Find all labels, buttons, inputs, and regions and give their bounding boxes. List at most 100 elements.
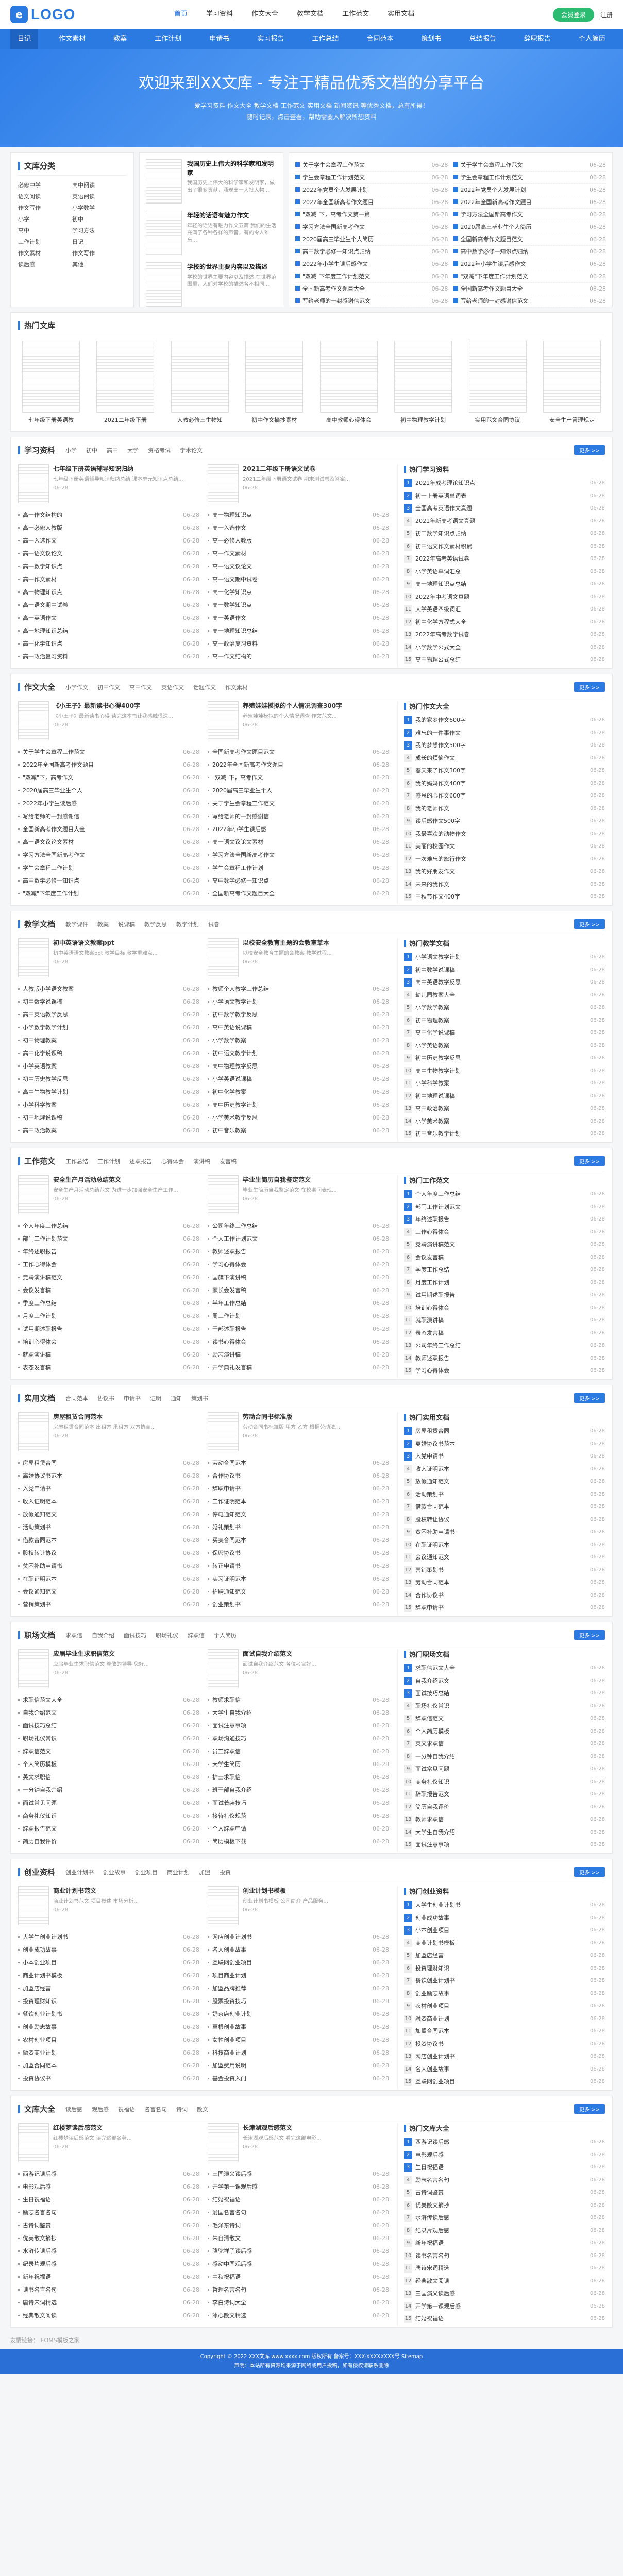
rank-title[interactable]: 高中政治教案 xyxy=(415,1103,590,1115)
list-item[interactable]: 高一地理知识总结 06-28 xyxy=(208,624,389,637)
rank-title[interactable]: 教师求职信 xyxy=(415,1814,590,1826)
rank-item[interactable]: 13 高中政治教案 06-28 xyxy=(404,1103,605,1115)
list-item-title[interactable]: 2022年小学生读后感作文 xyxy=(461,261,526,267)
rank-title[interactable]: 年终述职报告 xyxy=(415,1213,590,1226)
section-tab[interactable]: 高中 xyxy=(107,446,118,454)
rank-title[interactable]: 辞职信范文 xyxy=(415,1713,590,1725)
rank-title[interactable]: 全国高考英语作文真题 xyxy=(415,502,590,515)
rank-title[interactable]: 培训心得体会 xyxy=(415,1302,590,1315)
list-item-title[interactable]: "双减"下，高考作文 xyxy=(212,771,373,784)
list-item-title[interactable]: 关于学生会章程工作范文 xyxy=(302,162,365,168)
rank-item[interactable]: 11 大学英语四级词汇 06-28 xyxy=(404,603,605,616)
list-item[interactable]: 职场沟通技巧 06-28 xyxy=(208,1732,389,1745)
list-item[interactable]: 辞职报告范文 06-28 xyxy=(18,1822,199,1835)
rank-title[interactable]: 2022年高考英语试卷 xyxy=(415,553,590,566)
list-item-title[interactable]: 生日祝福语 xyxy=(23,2193,183,2206)
section-tab[interactable]: 证明 xyxy=(150,1394,161,1402)
list-item-title[interactable]: 商业计划书模板 xyxy=(23,1969,183,1982)
list-item-title[interactable]: 写给老师的一封感谢信范文 xyxy=(461,298,529,304)
list-item-title[interactable]: 名人创业故事 xyxy=(212,1943,373,1956)
category-link[interactable]: 日记 xyxy=(72,238,126,246)
list-item-title[interactable]: 面试技巧总结 xyxy=(23,1719,183,1732)
list-item[interactable]: 奶茶店创业计划 06-28 xyxy=(208,2008,389,2021)
featured-title[interactable]: 2021二年级下册语文试卷 xyxy=(243,464,350,473)
section-featured[interactable]: 创业计划书模板 创业计划书模板 公司简介 产品服务... 06-28 xyxy=(208,1886,389,1925)
rank-item[interactable]: 6 初中物理教案 06-28 xyxy=(404,1014,605,1027)
list-item-title[interactable]: 招聘通知范文 xyxy=(212,1585,373,1598)
hot-doc-title[interactable]: 2021二年级下册 xyxy=(92,416,158,424)
list-item[interactable]: 大学生简历 06-28 xyxy=(208,1758,389,1771)
featured-title[interactable]: 以校安全教育主题的会教室草本 xyxy=(243,938,332,947)
category-link[interactable]: 其他 xyxy=(72,260,126,268)
rank-item[interactable]: 10 高中生物教学计划 06-28 xyxy=(404,1065,605,1078)
list-item[interactable]: 高一数学知识点 06-28 xyxy=(208,599,389,612)
list-item[interactable]: 读书心得体会 06-28 xyxy=(208,1335,389,1348)
rank-item[interactable]: 13 网店创业计划书 06-28 xyxy=(404,2050,605,2063)
list-item[interactable]: 全国新高考作文题目大全 06-28 xyxy=(295,283,448,295)
list-item[interactable]: 小学语文教学计划 06-28 xyxy=(208,995,389,1008)
rank-title[interactable]: 初一上册英语单词表 xyxy=(415,490,590,503)
list-item[interactable]: 高一作文结构的 06-28 xyxy=(208,650,389,663)
list-item-title[interactable]: 合作协议书 xyxy=(212,1469,373,1482)
rank-title[interactable]: 感恩的心作文600字 xyxy=(415,790,590,803)
list-item-title[interactable]: 个人工作计划范文 xyxy=(212,1232,373,1245)
list-item[interactable]: 2022年小学生读后感作文 06-28 xyxy=(295,258,448,270)
bluenav-item[interactable]: 实习报告 xyxy=(250,29,291,49)
list-item[interactable]: 高一物理知识点 06-28 xyxy=(18,586,199,599)
list-item[interactable]: 季度工作总结 06-28 xyxy=(18,1297,199,1310)
featured-title[interactable]: 《小王子》最新读书心得400字 xyxy=(53,701,173,710)
rank-title[interactable]: 贫困补助申请书 xyxy=(415,1526,590,1539)
section-tab[interactable]: 说课稿 xyxy=(118,920,135,928)
list-item-title[interactable]: 朱自清散文 xyxy=(212,2232,373,2245)
rank-item[interactable]: 13 公司年终工作总结 06-28 xyxy=(404,1340,605,1352)
hot-doc-title[interactable]: 高中教师心得体会 xyxy=(316,416,382,424)
list-item-title[interactable]: 高一数学知识点 xyxy=(212,599,373,612)
category-link[interactable]: 读后感 xyxy=(18,260,72,268)
section-tab[interactable]: 加盟 xyxy=(199,1868,210,1876)
list-item-title[interactable]: 自我介绍范文 xyxy=(23,1706,183,1719)
rank-item[interactable]: 15 面试注意事项 06-28 xyxy=(404,1839,605,1852)
list-item[interactable]: 学习方法全国新高考作文 06-28 xyxy=(18,849,199,861)
rank-title[interactable]: 大学生自我介绍 xyxy=(415,1826,590,1839)
category-link[interactable]: 初中 xyxy=(72,215,126,223)
list-item[interactable]: 学生会章程工作计划 06-28 xyxy=(18,861,199,874)
list-item-title[interactable]: 接待礼仪规范 xyxy=(212,1809,373,1822)
rank-item[interactable]: 9 新年祝福语 06-28 xyxy=(404,2237,605,2250)
rank-item[interactable]: 11 会议通知范文 06-28 xyxy=(404,1551,605,1564)
list-item[interactable]: 周工作计划 06-28 xyxy=(208,1310,389,1323)
list-item[interactable]: 求职信范文大全 06-28 xyxy=(18,1693,199,1706)
rank-item[interactable]: 2 部门工作计划范文 06-28 xyxy=(404,1201,605,1214)
list-item[interactable]: 个人年度工作总结 06-28 xyxy=(18,1219,199,1232)
rank-item[interactable]: 5 辞职信范文 06-28 xyxy=(404,1713,605,1725)
list-item-title[interactable]: 教师个人教学工作总结 xyxy=(212,982,373,995)
list-item-title[interactable]: 护士求职信 xyxy=(212,1771,373,1784)
list-item[interactable]: 入党申请书 06-28 xyxy=(18,1482,199,1495)
category-link[interactable]: 高中 xyxy=(18,226,72,234)
rank-item[interactable]: 13 2022年高考数学试卷 06-28 xyxy=(404,629,605,641)
list-item-title[interactable]: 大学生自我介绍 xyxy=(212,1706,373,1719)
section-tab[interactable]: 发言稿 xyxy=(220,1157,237,1165)
list-item[interactable]: 高中数学必修一知识点归纳 06-28 xyxy=(295,246,448,258)
featured-item[interactable]: 年轻的话语有魅力作文 年轻的话语有魅力作文五篇 我们的生活充满了各种各样的声音，有… xyxy=(146,211,277,255)
list-item[interactable]: 实习证明范本 06-28 xyxy=(208,1572,389,1585)
rank-item[interactable]: 9 初中历史教学反思 06-28 xyxy=(404,1052,605,1065)
list-item[interactable]: 经典散文阅读 06-28 xyxy=(18,2309,199,2322)
list-item[interactable]: 股权转让协议 06-28 xyxy=(18,1547,199,1560)
rank-title[interactable]: 唐诗宋词精选 xyxy=(415,2262,590,2275)
section-tab[interactable]: 诗词 xyxy=(176,2105,188,2113)
rank-title[interactable]: 2021年成考理论知识点 xyxy=(415,477,590,490)
featured-item[interactable]: 我国历史上伟大的科学家和发明家 我国历史上伟大的科学家和发明家，做出了很多贡献，涌… xyxy=(146,159,277,204)
section-tab[interactable]: 投资 xyxy=(220,1868,231,1876)
list-item[interactable]: 初中数学说课稿 06-28 xyxy=(18,995,199,1008)
list-item-title[interactable]: 2022年小学生读后感作文 xyxy=(302,261,368,267)
rank-title[interactable]: 初中数学说课稿 xyxy=(415,964,590,977)
list-item[interactable]: 古诗词鉴赏 06-28 xyxy=(18,2219,199,2232)
list-item-title[interactable]: 年终述职报告 xyxy=(23,1245,183,1258)
hot-doc-title[interactable]: 七年级下册英语教 xyxy=(18,416,84,424)
section-featured[interactable]: 劳动合同书标准版 劳动合同书标准版 甲方 乙方 根据劳动法... 06-28 xyxy=(208,1412,389,1451)
featured-title[interactable]: 七年级下册英语辅导知识归纳 xyxy=(53,464,183,473)
list-item[interactable]: 加盟费用说明 06-28 xyxy=(208,2059,389,2072)
list-item-title[interactable]: 投资理财知识 xyxy=(23,1995,183,2008)
list-item[interactable]: 学生会章程工作计划 06-28 xyxy=(208,861,389,874)
list-item[interactable]: 高中物理教学反思 06-28 xyxy=(208,1060,389,1073)
